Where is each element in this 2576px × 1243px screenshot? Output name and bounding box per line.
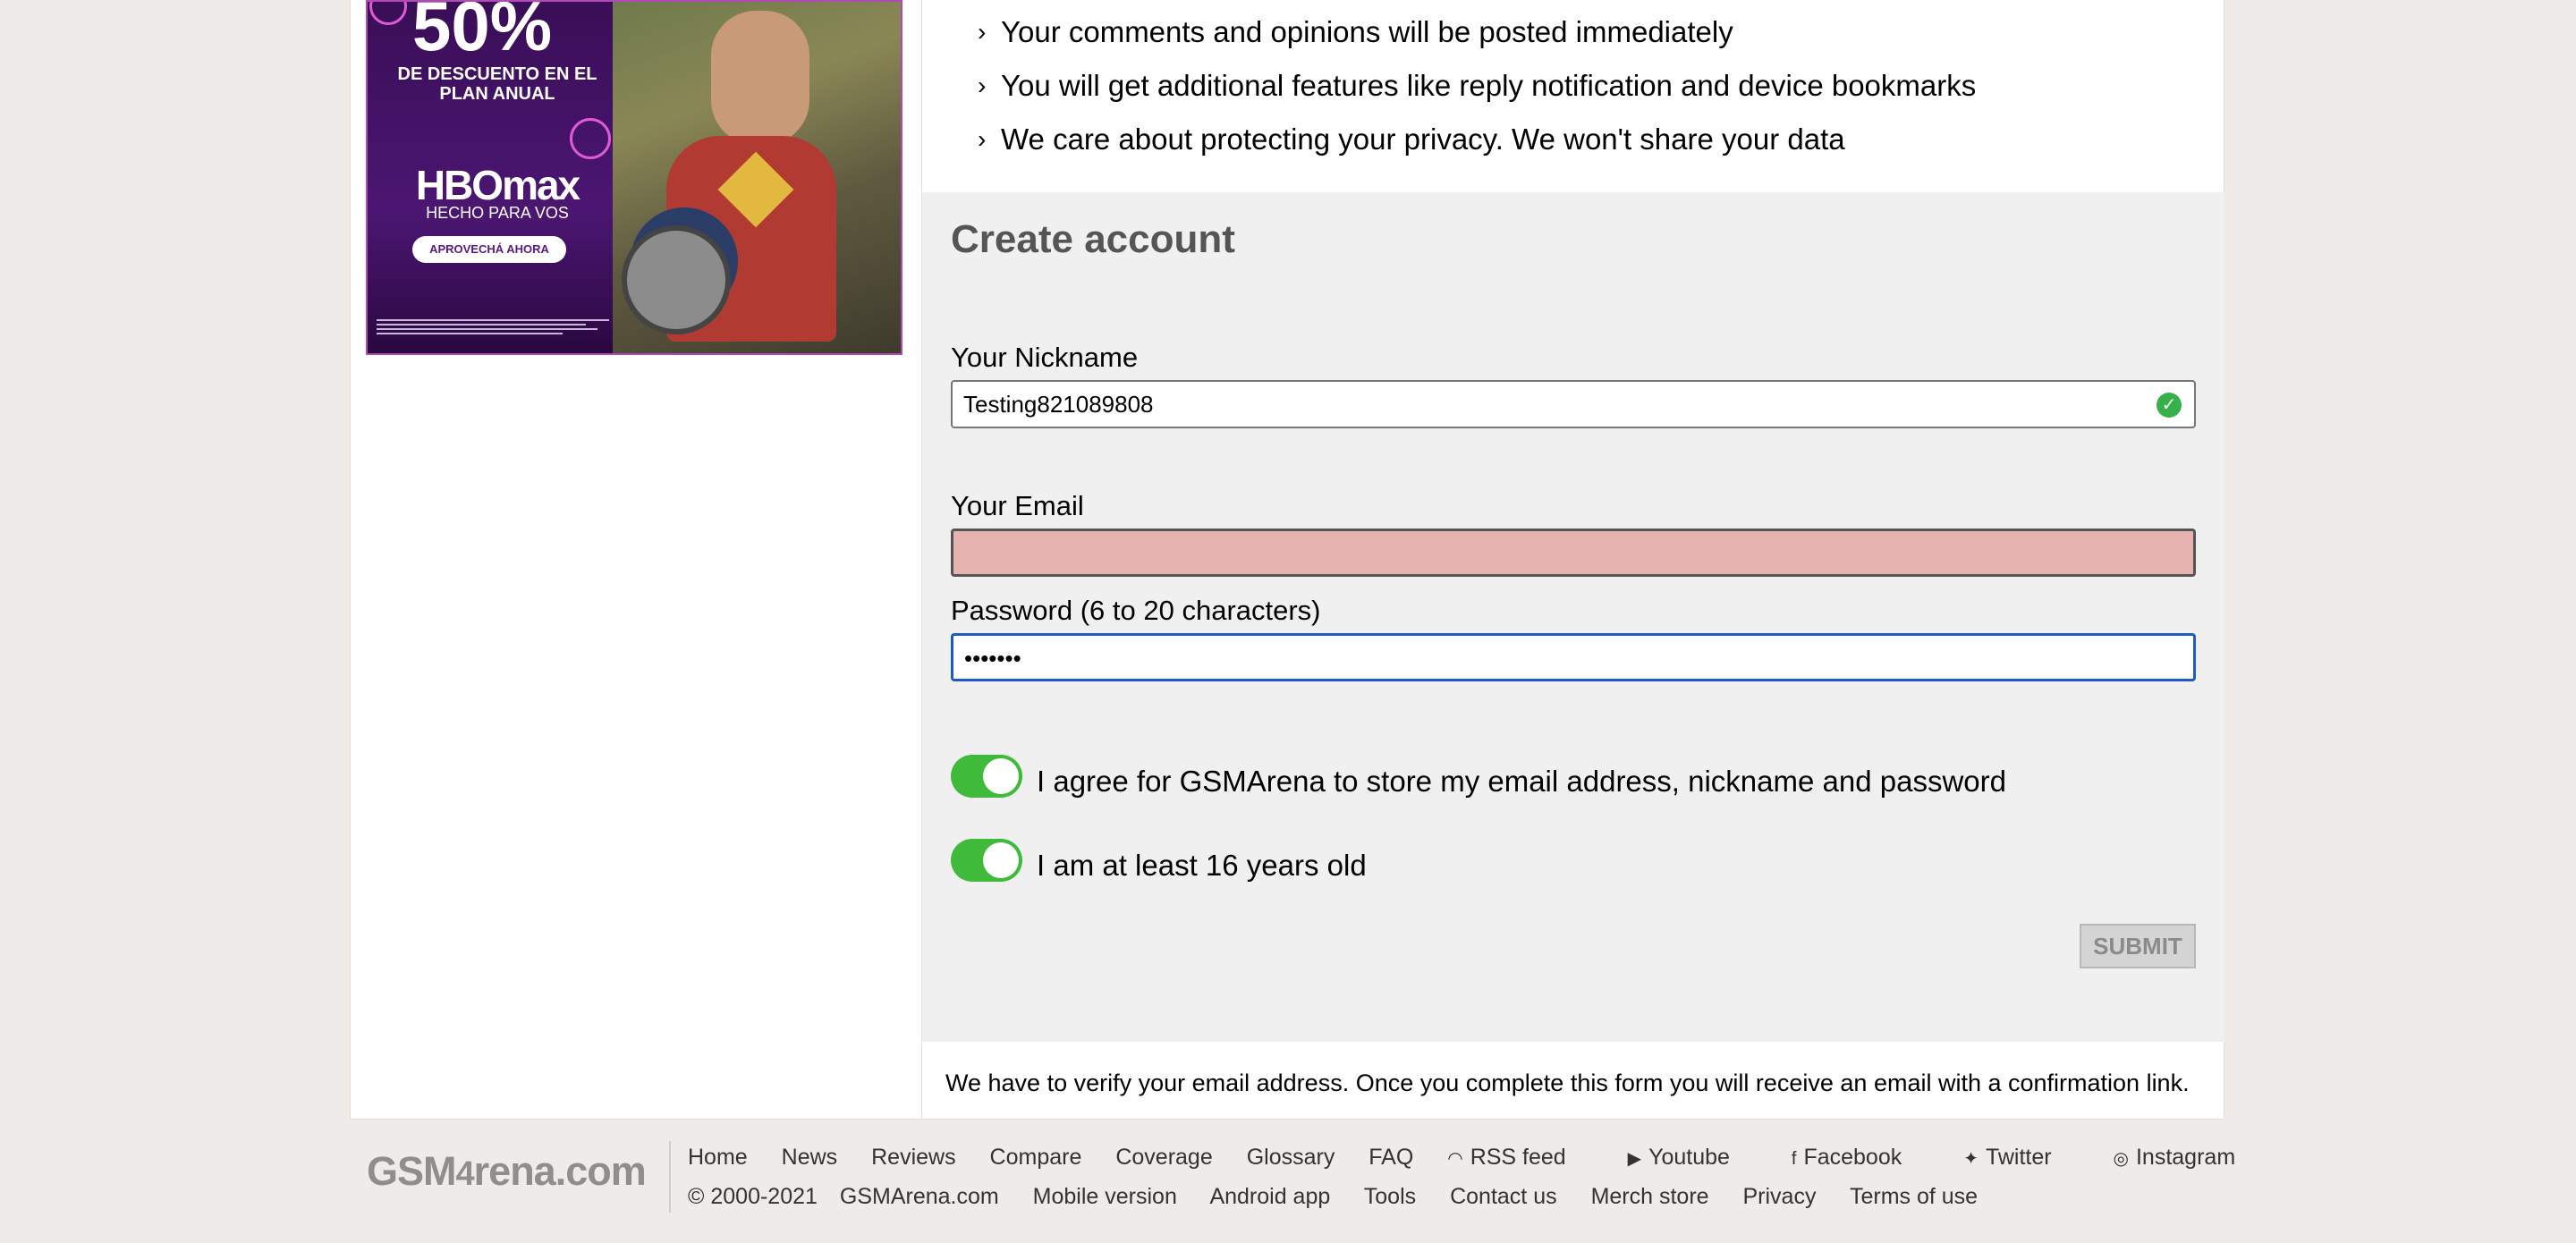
- footer-link-rss[interactable]: ◠ RSS feed: [1447, 1145, 1593, 1170]
- youtube-label: Youtube: [1648, 1145, 1730, 1170]
- footer-link-android-app[interactable]: Android app: [1209, 1184, 1330, 1209]
- nickname-input[interactable]: Testing821089808 ✓: [951, 380, 2196, 428]
- instagram-label: Instagram: [2135, 1145, 2236, 1170]
- password-label: Password (6 to 20 characters): [951, 595, 1321, 626]
- ad-helmet: [622, 225, 731, 334]
- age-confirm-label: I am at least 16 years old: [1037, 849, 1367, 882]
- twitter-icon: ✦: [1963, 1149, 1979, 1169]
- footer-link-compare[interactable]: Compare: [990, 1145, 1082, 1170]
- chevron-right-icon: ›: [978, 18, 987, 46]
- footer-link-merch[interactable]: Merch store: [1591, 1184, 1709, 1209]
- verify-notice: We have to verify your email address. On…: [945, 1070, 2190, 1096]
- footer-link-instagram[interactable]: ◎ Instagram: [2114, 1145, 2264, 1170]
- twitter-label: Twitter: [1985, 1145, 2052, 1170]
- benefit-text: We care about protecting your privacy. W…: [1001, 123, 1845, 156]
- valid-check-icon: ✓: [2157, 393, 2182, 418]
- submit-button[interactable]: SUBMIT: [2080, 924, 2196, 968]
- ad-fine-print: [377, 317, 609, 337]
- benefits-list: › Your comments and opinions will be pos…: [978, 14, 1976, 175]
- footer-separator: [669, 1141, 671, 1213]
- facebook-label: Facebook: [1803, 1145, 1902, 1170]
- ad-cta-button[interactable]: APROVECHÁ AHORA: [412, 236, 566, 263]
- age-confirm-toggle[interactable]: [951, 839, 1022, 882]
- benefit-text: Your comments and opinions will be poste…: [1001, 15, 1733, 48]
- agree-store-label: I agree for GSMArena to store my email a…: [1037, 765, 2006, 798]
- footer-link-coverage[interactable]: Coverage: [1115, 1145, 1212, 1170]
- ad-headline: 50%: [412, 0, 553, 65]
- rss-label: RSS feed: [1470, 1145, 1566, 1170]
- footer-link-twitter[interactable]: ✦ Twitter: [1963, 1145, 2079, 1170]
- benefit-text: You will get additional features like re…: [1001, 69, 1977, 102]
- footer-link-home[interactable]: Home: [688, 1145, 748, 1170]
- form-title: Create account: [951, 217, 1235, 261]
- toggle-knob: [983, 758, 1019, 794]
- ad-image: [613, 2, 901, 353]
- footer-copyright: © 2000-2021: [688, 1184, 818, 1209]
- footer-link-news[interactable]: News: [782, 1145, 838, 1170]
- create-account-form: Create account Your Nickname Testing8210…: [922, 192, 2224, 1042]
- footer-link-faq[interactable]: FAQ: [1368, 1145, 1413, 1170]
- ad-decor-ring: [570, 118, 611, 159]
- chevron-right-icon: ›: [978, 72, 987, 99]
- rss-icon: ◠: [1447, 1149, 1463, 1169]
- footer-link-glossary[interactable]: Glossary: [1247, 1145, 1335, 1170]
- email-input[interactable]: [951, 528, 2196, 577]
- footer-link-facebook[interactable]: f Facebook: [1792, 1145, 1929, 1170]
- footer-link-gsmarena[interactable]: GSMArena.com: [840, 1184, 999, 1209]
- footer-link-contact[interactable]: Contact us: [1450, 1184, 1557, 1209]
- benefit-item: › You will get additional features like …: [978, 68, 1976, 122]
- ad-brand-sub: HECHO PARA VOS: [426, 204, 569, 222]
- nickname-value: Testing821089808: [963, 391, 1154, 418]
- footer-logo[interactable]: GSM4rena.com: [367, 1148, 647, 1195]
- benefit-item: › We care about protecting your privacy.…: [978, 122, 1976, 175]
- password-input[interactable]: •••••••: [951, 633, 2196, 681]
- ad-text-panel: 50% DE DESCUENTO EN EL PLAN ANUAL HBOmax…: [368, 2, 613, 353]
- chevron-right-icon: ›: [978, 125, 987, 153]
- footer-link-youtube[interactable]: ▶ Youtube: [1628, 1145, 1758, 1170]
- password-value: •••••••: [964, 645, 1021, 672]
- footer-link-tools[interactable]: Tools: [1364, 1184, 1416, 1209]
- ad-brand-logo: HBOmax: [415, 162, 580, 208]
- instagram-icon: ◎: [2113, 1149, 2129, 1169]
- footer-link-terms[interactable]: Terms of use: [1850, 1184, 1978, 1209]
- footer-link-reviews[interactable]: Reviews: [871, 1145, 955, 1170]
- youtube-icon: ▶: [1627, 1149, 1642, 1169]
- ad-discount-text: DE DESCUENTO EN EL PLAN ANUAL: [397, 64, 597, 104]
- benefit-item: › Your comments and opinions will be pos…: [978, 14, 1976, 68]
- facebook-icon: f: [1791, 1149, 1797, 1169]
- toggle-knob: [983, 842, 1019, 878]
- ad-decor-ring: [369, 2, 407, 25]
- footer-link-mobile-version[interactable]: Mobile version: [1033, 1184, 1177, 1209]
- agree-store-toggle[interactable]: [951, 755, 1022, 798]
- ad-figure-head: [711, 11, 809, 145]
- footer-nav-secondary: © 2000-2021 GSMArena.com Mobile version …: [688, 1184, 2005, 1210]
- nickname-label: Your Nickname: [951, 342, 1139, 373]
- footer-nav-primary: Home News Reviews Compare Coverage Gloss…: [688, 1145, 2291, 1171]
- ad-banner[interactable]: 50% DE DESCUENTO EN EL PLAN ANUAL HBOmax…: [366, 0, 902, 355]
- footer-link-privacy[interactable]: Privacy: [1743, 1184, 1817, 1209]
- email-label: Your Email: [951, 490, 1084, 521]
